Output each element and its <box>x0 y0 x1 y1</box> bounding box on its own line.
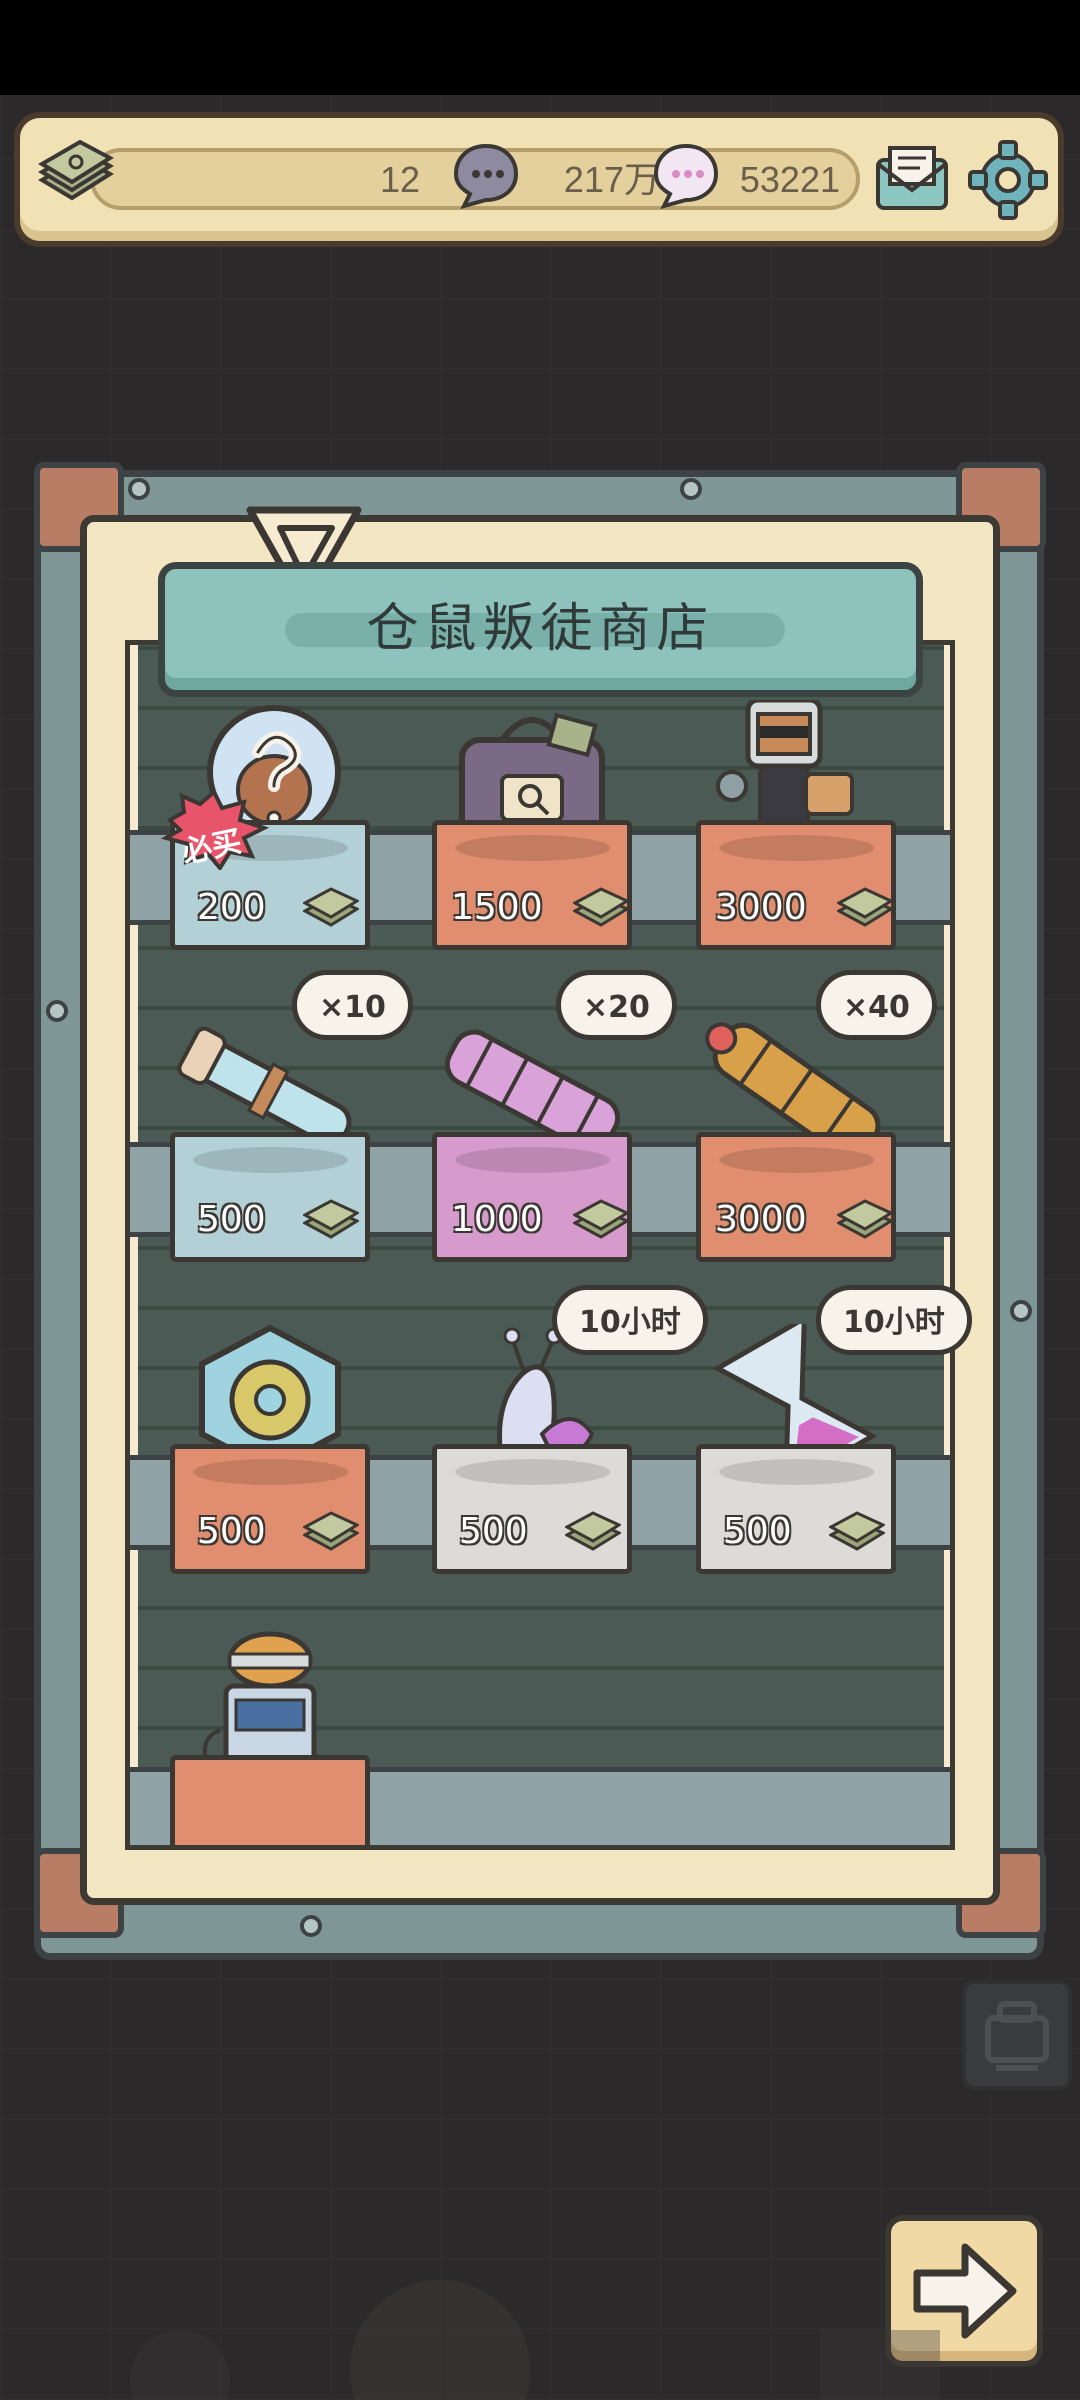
item-price: 500 <box>197 1511 266 1552</box>
pedestal: 500 <box>170 1444 370 1574</box>
pedestal-top <box>455 1459 610 1485</box>
chat-bubble-icon <box>653 143 719 210</box>
item-price: 500 <box>723 1511 792 1552</box>
quantity-bubble: ×40 <box>816 970 937 1040</box>
shop-item-pink-scroll-pack[interactable]: 1000 <box>432 1012 632 1272</box>
cash-value: 12 <box>379 159 420 200</box>
item-price: 3000 <box>715 1199 807 1240</box>
cash-icon <box>303 1511 359 1551</box>
item-price: 3000 <box>715 887 807 928</box>
cash-icon <box>565 1511 621 1551</box>
frame-rivet <box>46 1000 68 1022</box>
duration-bubble: 10小时 <box>552 1285 708 1355</box>
pedestal: 1000 <box>432 1132 632 1262</box>
floor-decoration <box>130 2280 940 2400</box>
item-price: 1500 <box>451 887 543 928</box>
duration-bubble: 10小时 <box>816 1285 972 1355</box>
cash-icon <box>573 1199 629 1239</box>
cash-icon <box>573 887 629 927</box>
speech-bubble-icon <box>453 143 519 210</box>
quantity-bubble: ×10 <box>292 970 413 1040</box>
pedestal: 1500 <box>432 820 632 950</box>
gear-icon[interactable] <box>966 138 1050 222</box>
cash-icon <box>837 887 893 927</box>
shop-item-robot-hamster[interactable] <box>170 1630 370 1845</box>
cash-stack-icon <box>38 140 114 201</box>
pedestal-top <box>719 1147 874 1173</box>
pedestal: 500 <box>432 1444 632 1574</box>
shop-title-banner: 仓鼠叛徒商店 <box>158 562 923 697</box>
frame-rivet <box>300 1915 322 1937</box>
cash-icon <box>829 1511 885 1551</box>
pedestal: 500 <box>696 1444 896 1574</box>
cash-icon <box>303 1199 359 1239</box>
shop-title: 仓鼠叛徒商店 <box>366 599 715 659</box>
status-bar <box>0 0 1080 95</box>
pedestal-top <box>193 1147 348 1173</box>
bubble-value: 217万 <box>563 159 660 200</box>
shop-item-scroll-pack[interactable]: 500 <box>170 1012 370 1272</box>
pedestal: 3000 <box>696 820 896 950</box>
frame-rivet <box>1010 1300 1032 1322</box>
shop-item-snail-boost[interactable]: 500 <box>432 1324 632 1584</box>
quantity-bubble: ×20 <box>556 970 677 1040</box>
side-robot-button[interactable] <box>962 1980 1072 2090</box>
chat-value: 53221 <box>739 159 840 200</box>
frame-rivet <box>680 478 702 500</box>
item-price: 1000 <box>451 1199 543 1240</box>
pedestal: 3000 <box>696 1132 896 1262</box>
resource-bar: 12 217万 53221 <box>14 112 1064 247</box>
pedestal: 500 <box>170 1132 370 1262</box>
shop-item-gold-scroll-pack[interactable]: 3000 <box>696 1012 896 1272</box>
cash-icon <box>837 1199 893 1239</box>
item-price: 500 <box>459 1511 528 1552</box>
robot-icon <box>985 2001 1049 2071</box>
mail-icon[interactable] <box>870 138 954 222</box>
pedestal-top <box>455 1147 610 1173</box>
pedestal <box>170 1755 370 1845</box>
cash-icon <box>303 887 359 927</box>
pedestal-top <box>719 835 874 861</box>
shop-item-evidence-bag[interactable]: 1500 <box>432 700 632 960</box>
pedestal-top <box>455 835 610 861</box>
pedestal-top <box>719 1459 874 1485</box>
shop-item-hourglass-boost[interactable]: 500 <box>696 1324 896 1584</box>
item-price: 500 <box>197 1199 266 1240</box>
frame-rivet <box>128 478 150 500</box>
item-price: 200 <box>197 887 266 928</box>
shop-item-agent-hamster[interactable]: 3000 <box>696 700 896 960</box>
pedestal-top <box>193 1459 348 1485</box>
shop-item-gear-crystal[interactable]: 500 <box>170 1324 370 1584</box>
